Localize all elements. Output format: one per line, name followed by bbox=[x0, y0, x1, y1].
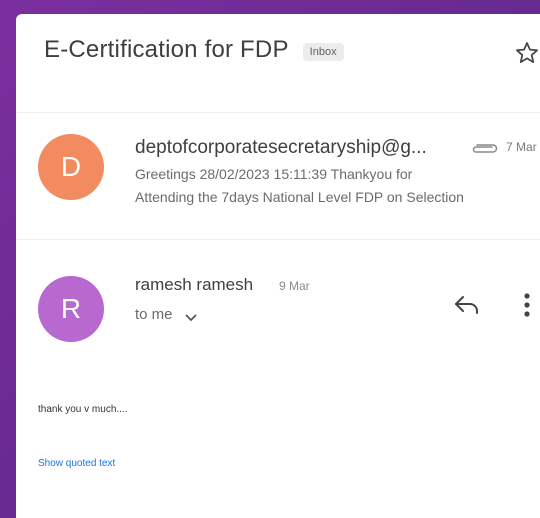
paperclip-icon bbox=[471, 141, 501, 155]
divider bbox=[16, 112, 540, 113]
star-icon[interactable] bbox=[514, 40, 540, 66]
inbox-label-chip[interactable]: Inbox bbox=[302, 43, 344, 61]
avatar[interactable]: D bbox=[38, 134, 104, 200]
avatar[interactable]: R bbox=[38, 276, 104, 342]
subject-row: E-Certification for FDP Inbox bbox=[44, 36, 344, 64]
snippet-line: Greetings 28/02/2023 15:11:39 Thankyou f… bbox=[135, 166, 413, 182]
sender-name[interactable]: ramesh ramesh bbox=[135, 275, 253, 295]
message-body: thank you v much.... bbox=[38, 404, 128, 415]
sender-name[interactable]: deptofcorporatesecretaryship@g... bbox=[135, 137, 427, 159]
divider bbox=[16, 239, 540, 240]
show-quoted-text-link[interactable]: Show quoted text bbox=[38, 458, 115, 469]
avatar-letter: D bbox=[60, 151, 82, 182]
message-date: 7 Mar bbox=[506, 140, 537, 154]
recipient-label: to me bbox=[135, 306, 173, 323]
avatar-letter: R bbox=[60, 293, 82, 324]
message-snippet[interactable]: Greetings 28/02/2023 15:11:39 Thankyou f… bbox=[135, 163, 540, 209]
email-subject: E-Certification for FDP bbox=[44, 36, 289, 63]
email-thread-view: E-Certification for FDP Inbox D deptofco… bbox=[16, 14, 540, 518]
snippet-line: Attending the 7days National Level FDP o… bbox=[135, 189, 464, 205]
recipient-details-toggle[interactable]: to me bbox=[135, 306, 197, 323]
chevron-down-icon[interactable] bbox=[185, 310, 197, 321]
message-date: 9 Mar bbox=[279, 279, 310, 293]
more-vert-icon[interactable] bbox=[522, 290, 532, 320]
reply-icon[interactable] bbox=[452, 292, 482, 316]
